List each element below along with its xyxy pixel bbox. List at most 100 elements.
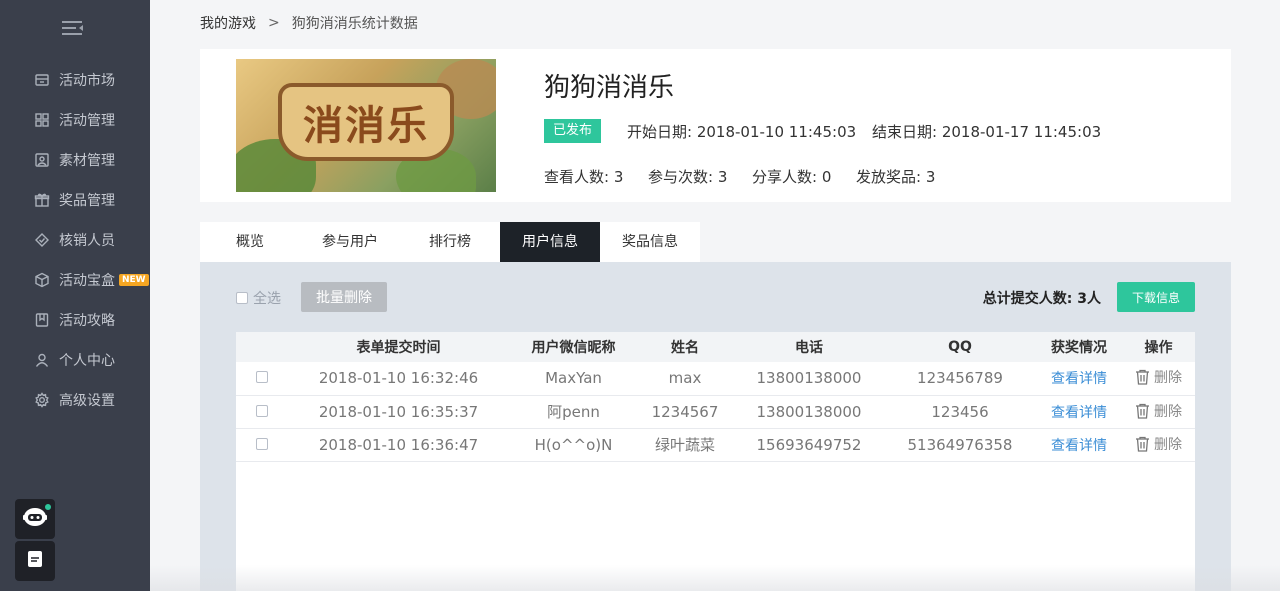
view-details-link[interactable]: 查看详情 [1051,371,1107,387]
sidebar: 活动市场 活动管理 素材管理 奖品管理 核销人员 活动宝盒 NEW 活动攻略 个… [0,0,150,591]
game-cover-logo: 消消乐 [278,83,454,161]
row-checkbox[interactable] [256,437,268,450]
sidebar-menu: 活动市场 活动管理 素材管理 奖品管理 核销人员 活动宝盒 NEW 活动攻略 个… [0,60,150,420]
bookmark-icon [34,312,50,328]
store-icon [34,72,50,88]
sidebar-item-activity-manage[interactable]: 活动管理 [0,100,150,140]
user-icon [34,352,50,368]
gear-icon [34,392,50,408]
header-actions: 操作 [1122,332,1195,362]
user-info-table: 表单提交时间 用户微信昵称 姓名 电话 QQ 获奖情况 操作 2018-01-1… [236,332,1195,591]
table-row: 2018-01-10 16:35:37 阿penn 1234567 138001… [236,395,1195,429]
breadcrumb: 我的游戏 > 狗狗消消乐统计数据 [200,14,418,32]
sidebar-item-label: 核销人员 [59,233,115,249]
cell-nickname: MaxYan [511,362,636,396]
cell-nickname: 阿penn [511,395,636,429]
header-phone: 电话 [734,332,884,362]
robot-assistant-button[interactable] [15,499,55,539]
download-info-button[interactable]: 下载信息 [1117,282,1195,312]
total-submissions: 总计提交人数: 3人 [982,291,1101,307]
stats-tabs: 概览 参与用户 排行榜 用户信息 奖品信息 [200,222,700,262]
sidebar-item-material-manage[interactable]: 素材管理 [0,140,150,180]
table-row: 2018-01-10 16:32:46 MaxYan max 138001380… [236,362,1195,396]
header-wechat-nickname: 用户微信昵称 [511,332,636,362]
cell-qq: 123456 [884,395,1036,429]
start-date: 开始日期: 2018-01-10 11:45:03 [627,123,857,141]
sidebar-item-verify-staff[interactable]: 核销人员 [0,220,150,260]
new-badge: NEW [119,274,149,286]
document-icon [27,550,43,572]
views-count: 查看人数: 3 [544,168,624,186]
shares-count: 分享人数: 0 [752,168,832,186]
tab-prize-info[interactable]: 奖品信息 [600,222,700,262]
prizes-count: 发放奖品: 3 [856,168,936,186]
online-status-dot [45,504,51,510]
header-prize-status: 获奖情况 [1036,332,1122,362]
game-cover-image: 消消乐 [236,59,496,192]
tab-participants[interactable]: 参与用户 [300,222,400,262]
sidebar-item-label: 个人中心 [59,353,115,369]
menu-collapse-icon[interactable] [62,18,84,38]
gift-icon [34,192,50,208]
cell-phone: 13800138000 [734,395,884,429]
view-details-link[interactable]: 查看详情 [1051,405,1107,421]
breadcrumb-current: 狗狗消消乐统计数据 [291,16,418,32]
sidebar-item-label: 活动市场 [59,73,115,89]
cell-phone: 13800138000 [734,362,884,396]
sidebar-item-activity-guide[interactable]: 活动攻略 [0,300,150,340]
cell-submit-time: 2018-01-10 16:32:46 [286,362,511,396]
sidebar-item-label: 高级设置 [59,393,115,409]
view-details-link[interactable]: 查看详情 [1051,438,1107,454]
cell-qq: 51364976358 [884,428,1036,462]
sidebar-item-label: 奖品管理 [59,193,115,209]
cell-qq: 123456789 [884,362,1036,396]
row-checkbox[interactable] [256,404,268,417]
cell-name: 1234567 [636,395,734,429]
game-title: 狗狗消消乐 [544,73,675,103]
trash-icon [1136,403,1149,419]
sidebar-item-label: 活动攻略 [59,313,115,329]
cell-phone: 15693649752 [734,428,884,462]
select-all-checkbox[interactable]: 全选 [236,288,281,308]
sidebar-item-label: 活动宝盒 [59,273,115,289]
row-checkbox[interactable] [256,371,268,384]
table-header-row: 表单提交时间 用户微信昵称 姓名 电话 QQ 获奖情况 操作 [236,332,1195,362]
header-checkbox-col [236,332,286,362]
cell-name: 绿叶蔬菜 [636,428,734,462]
batch-delete-button[interactable]: 批量删除 [301,282,387,312]
header-name: 姓名 [636,332,734,362]
trash-icon [1136,436,1149,452]
delete-button[interactable]: 删除 [1135,434,1182,454]
cell-name: max [636,362,734,396]
sidebar-item-activity-box[interactable]: 活动宝盒 NEW [0,260,150,300]
header-submit-time: 表单提交时间 [286,332,511,362]
end-date: 结束日期: 2018-01-17 11:45:03 [872,123,1102,141]
sidebar-item-prize-manage[interactable]: 奖品管理 [0,180,150,220]
cell-submit-time: 2018-01-10 16:35:37 [286,395,511,429]
select-all-label: 全选 [253,291,281,307]
tab-user-info[interactable]: 用户信息 [500,222,600,262]
image-icon [34,152,50,168]
tab-overview[interactable]: 概览 [200,222,300,262]
document-button[interactable] [15,541,55,581]
box-icon [34,272,50,288]
delete-button[interactable]: 删除 [1135,401,1182,421]
status-badge: 已发布 [544,119,602,143]
breadcrumb-my-games-link[interactable]: 我的游戏 [200,13,256,33]
sidebar-item-label: 素材管理 [59,153,115,169]
sidebar-item-personal-center[interactable]: 个人中心 [0,340,150,380]
game-info-card: 消消乐 狗狗消消乐 已发布 开始日期: 2018-01-10 11:45:03 … [200,49,1231,202]
tab-leaderboard[interactable]: 排行榜 [400,222,500,262]
grid-icon [34,112,50,128]
user-info-panel: 全选 批量删除 总计提交人数: 3人 下载信息 表单提交时间 用户微信昵称 姓名… [200,262,1231,591]
table-row: 2018-01-10 16:36:47 H(o^^o)N 绿叶蔬菜 156936… [236,428,1195,462]
sidebar-item-label: 活动管理 [59,113,115,129]
sidebar-item-activity-market[interactable]: 活动市场 [0,60,150,100]
cell-submit-time: 2018-01-10 16:36:47 [286,428,511,462]
verify-icon [34,232,50,248]
sidebar-item-advanced-settings[interactable]: 高级设置 [0,380,150,420]
plays-count: 参与次数: 3 [648,168,728,186]
robot-icon [22,505,48,533]
delete-button[interactable]: 删除 [1135,367,1182,387]
checkbox[interactable] [236,292,248,304]
